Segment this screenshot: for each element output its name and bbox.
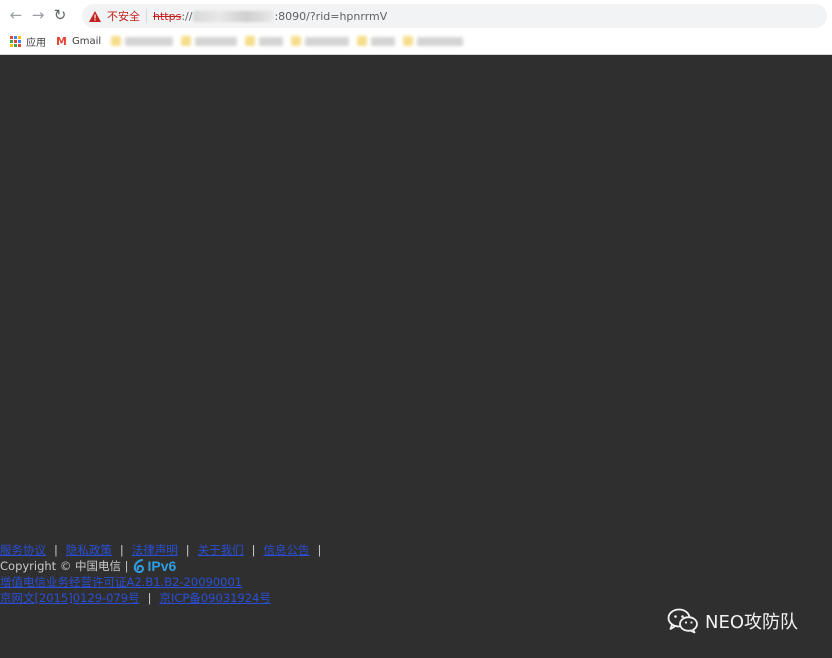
footer-link-legal[interactable]: 法律声明	[132, 542, 178, 558]
ipv6-label: IPv6	[147, 558, 177, 574]
footer-icp-row: 京网文[2015]0129-079号 | 京ICP备09031924号	[0, 590, 329, 606]
bookmark-label-blurred	[259, 36, 284, 46]
address-bar[interactable]: 不安全 https :// :8090/?rid=hpnrrmV	[82, 4, 827, 28]
browser-chrome: ← → ↻ 不安全 https :// :8090/?rid=hpnrrmV 应…	[0, 0, 832, 55]
bookmark-favicon-icon	[181, 36, 192, 46]
url-slashes: ://	[181, 9, 193, 23]
footer-separator: |	[251, 543, 256, 557]
footer-separator: |	[185, 543, 190, 557]
bookmark-blurred[interactable]	[111, 36, 174, 46]
bookmark-label-blurred	[371, 36, 396, 46]
bookmark-apps[interactable]: 应用	[10, 34, 46, 49]
footer-separator: |	[317, 543, 322, 557]
footer-link-service-agreement[interactable]: 服务协议	[0, 542, 46, 558]
footer-separator: |	[147, 591, 152, 605]
wechat-icon	[667, 608, 698, 634]
ipv6-swirl-icon	[133, 558, 144, 573]
url-host-blurred	[193, 10, 274, 22]
bookmark-label-blurred	[305, 36, 350, 46]
footer-separator: |	[54, 543, 58, 557]
watermark-text: NEO攻防队	[705, 612, 799, 633]
bookmark-gmail-label: Gmail	[71, 35, 102, 47]
footer-license-row: 增值电信业务经营许可证A2.B1.B2-20090001	[0, 574, 329, 590]
footer-separator: |	[119, 543, 124, 557]
footer-links-row: 服务协议 | 隐私政策 | 法律声明 | 关于我们 | 信息公告 |	[0, 542, 329, 558]
reload-icon[interactable]: ↻	[49, 4, 71, 26]
bookmark-favicon-icon	[291, 36, 302, 46]
bookmark-apps-label: 应用	[26, 37, 46, 49]
ipv6-logo: IPv6	[133, 558, 177, 574]
bookmark-blurred[interactable]	[357, 36, 396, 46]
back-arrow-icon[interactable]: ←	[5, 4, 27, 26]
bookmark-label-blurred	[195, 36, 238, 46]
bookmark-label-blurred	[417, 36, 464, 46]
bookmark-blurred[interactable]	[181, 36, 238, 46]
bookmark-label-blurred	[125, 36, 174, 46]
bookmark-favicon-icon	[403, 36, 414, 46]
forward-arrow-icon[interactable]: →	[27, 4, 49, 26]
bookmark-favicon-icon	[357, 36, 368, 46]
bookmarks-bar: 应用 M Gmail	[0, 31, 832, 51]
bookmark-gmail[interactable]: M Gmail	[56, 35, 101, 48]
bookmark-blurred[interactable]	[245, 36, 284, 46]
bookmark-favicon-icon	[245, 36, 256, 46]
url-scheme: https	[153, 9, 182, 23]
warning-triangle-icon[interactable]	[88, 9, 102, 23]
footer-link-icp[interactable]: 京ICP备09031924号	[159, 590, 270, 606]
insecure-label[interactable]: 不安全	[107, 8, 140, 24]
page-content: 服务协议 | 隐私政策 | 法律声明 | 关于我们 | 信息公告 | Copyr…	[0, 56, 832, 658]
copyright-text: Copyright © 中国电信 |	[0, 559, 129, 573]
omnibox-separator	[146, 9, 147, 23]
footer-link-culture-license[interactable]: 京网文[2015]0129-079号	[0, 590, 140, 606]
bookmark-blurred[interactable]	[291, 36, 350, 46]
gmail-icon: M	[56, 34, 67, 48]
footer-link-privacy[interactable]: 隐私政策	[66, 542, 112, 558]
footer-link-about[interactable]: 关于我们	[198, 542, 244, 558]
footer-link-license[interactable]: 增值电信业务经营许可证A2.B1.B2-20090001	[0, 574, 242, 590]
bookmark-blurred[interactable]	[403, 36, 464, 46]
apps-grid-icon	[10, 35, 21, 47]
footer: 服务协议 | 隐私政策 | 法律声明 | 关于我们 | 信息公告 | Copyr…	[0, 542, 329, 606]
bookmark-favicon-icon	[111, 36, 122, 46]
wechat-watermark: NEO攻防队	[667, 608, 798, 634]
url-path: :8090/?rid=hpnrrmV	[274, 9, 388, 23]
browser-toolbar: ← → ↻ 不安全 https :// :8090/?rid=hpnrrmV	[0, 0, 832, 30]
footer-copyright-row: Copyright © 中国电信 | IPv6	[0, 558, 329, 574]
footer-link-announcements[interactable]: 信息公告	[264, 542, 310, 558]
